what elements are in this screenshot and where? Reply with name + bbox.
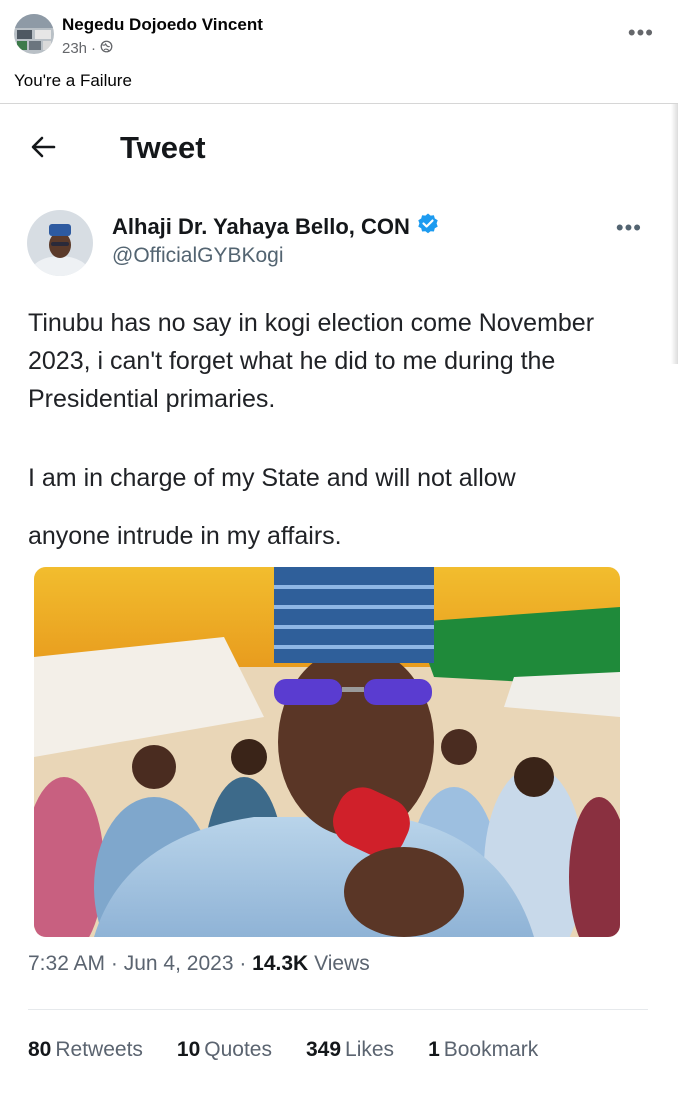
tweet-page-title: Tweet [120, 130, 206, 165]
stamp-separator: · [239, 952, 253, 975]
verified-badge-icon [416, 212, 440, 242]
views-count: 14.3K [252, 952, 309, 975]
tweet-timestamp: 7:32 AM · Jun 4, 2023 · 14.3K Views [28, 952, 370, 976]
stat-label: Bookmark [443, 1038, 539, 1061]
tweet-photo [34, 567, 620, 937]
tweet-screenshot-image[interactable]: Tweet Alhaji Dr. Yahaya Bello, CON @Offi… [0, 103, 678, 1093]
stat-label: Likes [345, 1038, 395, 1061]
globe-icon[interactable] [100, 40, 113, 57]
views-label: Views [314, 952, 370, 975]
tweet-author-name: Alhaji Dr. Yahaya Bello, CON [112, 212, 440, 242]
stat-count: 80 [28, 1038, 52, 1061]
stamp-separator: · [110, 952, 124, 975]
post-meta: 23h · [62, 40, 113, 57]
stat-count: 1 [428, 1038, 440, 1061]
tweet-time: 7:32 AM [28, 952, 106, 975]
post-time[interactable]: 23h [62, 40, 87, 57]
screenshot-edge [671, 104, 678, 364]
stat-label: Quotes [204, 1038, 272, 1061]
stat-quotes: 10 Quotes [177, 1038, 272, 1062]
stat-likes: 349 Likes [306, 1038, 394, 1062]
post-caption: You're a Failure [14, 71, 132, 90]
stats-divider [28, 1009, 648, 1010]
author-avatar[interactable] [14, 14, 54, 54]
tweet-text-paragraph-1: Tinubu has no say in kogi election come … [28, 309, 595, 413]
stat-label: Retweets [55, 1038, 143, 1061]
meta-separator: · [91, 40, 97, 57]
tweet-author-name-text: Alhaji Dr. Yahaya Bello, CON [112, 214, 410, 239]
back-arrow-icon [28, 132, 58, 162]
tweet-stats: 80 Retweets 10 Quotes 349 Likes 1 Bookmark [28, 1038, 538, 1062]
stat-retweets: 80 Retweets [28, 1038, 143, 1062]
stat-bookmarks: 1 Bookmark [428, 1038, 538, 1062]
more-options-icon[interactable]: ••• [628, 22, 654, 44]
author-name[interactable]: Negedu Dojoedo Vincent [62, 15, 263, 35]
tweet-text-paragraph-2-line-2: anyone intrude in my affairs. [28, 522, 342, 550]
tweet-date: Jun 4, 2023 [123, 952, 234, 975]
stat-count: 349 [305, 1038, 342, 1061]
tweet-author-avatar [27, 210, 93, 276]
tweet-text-paragraph-2-line-1: I am in charge of my State and will not … [28, 464, 516, 492]
tweet-more-icon: ••• [615, 215, 642, 240]
facebook-post-header: Negedu Dojoedo Vincent 23h · ••• You're … [0, 0, 678, 103]
stat-count: 10 [176, 1038, 201, 1061]
tweet-author-handle: @OfficialGYBKogi [112, 244, 284, 267]
